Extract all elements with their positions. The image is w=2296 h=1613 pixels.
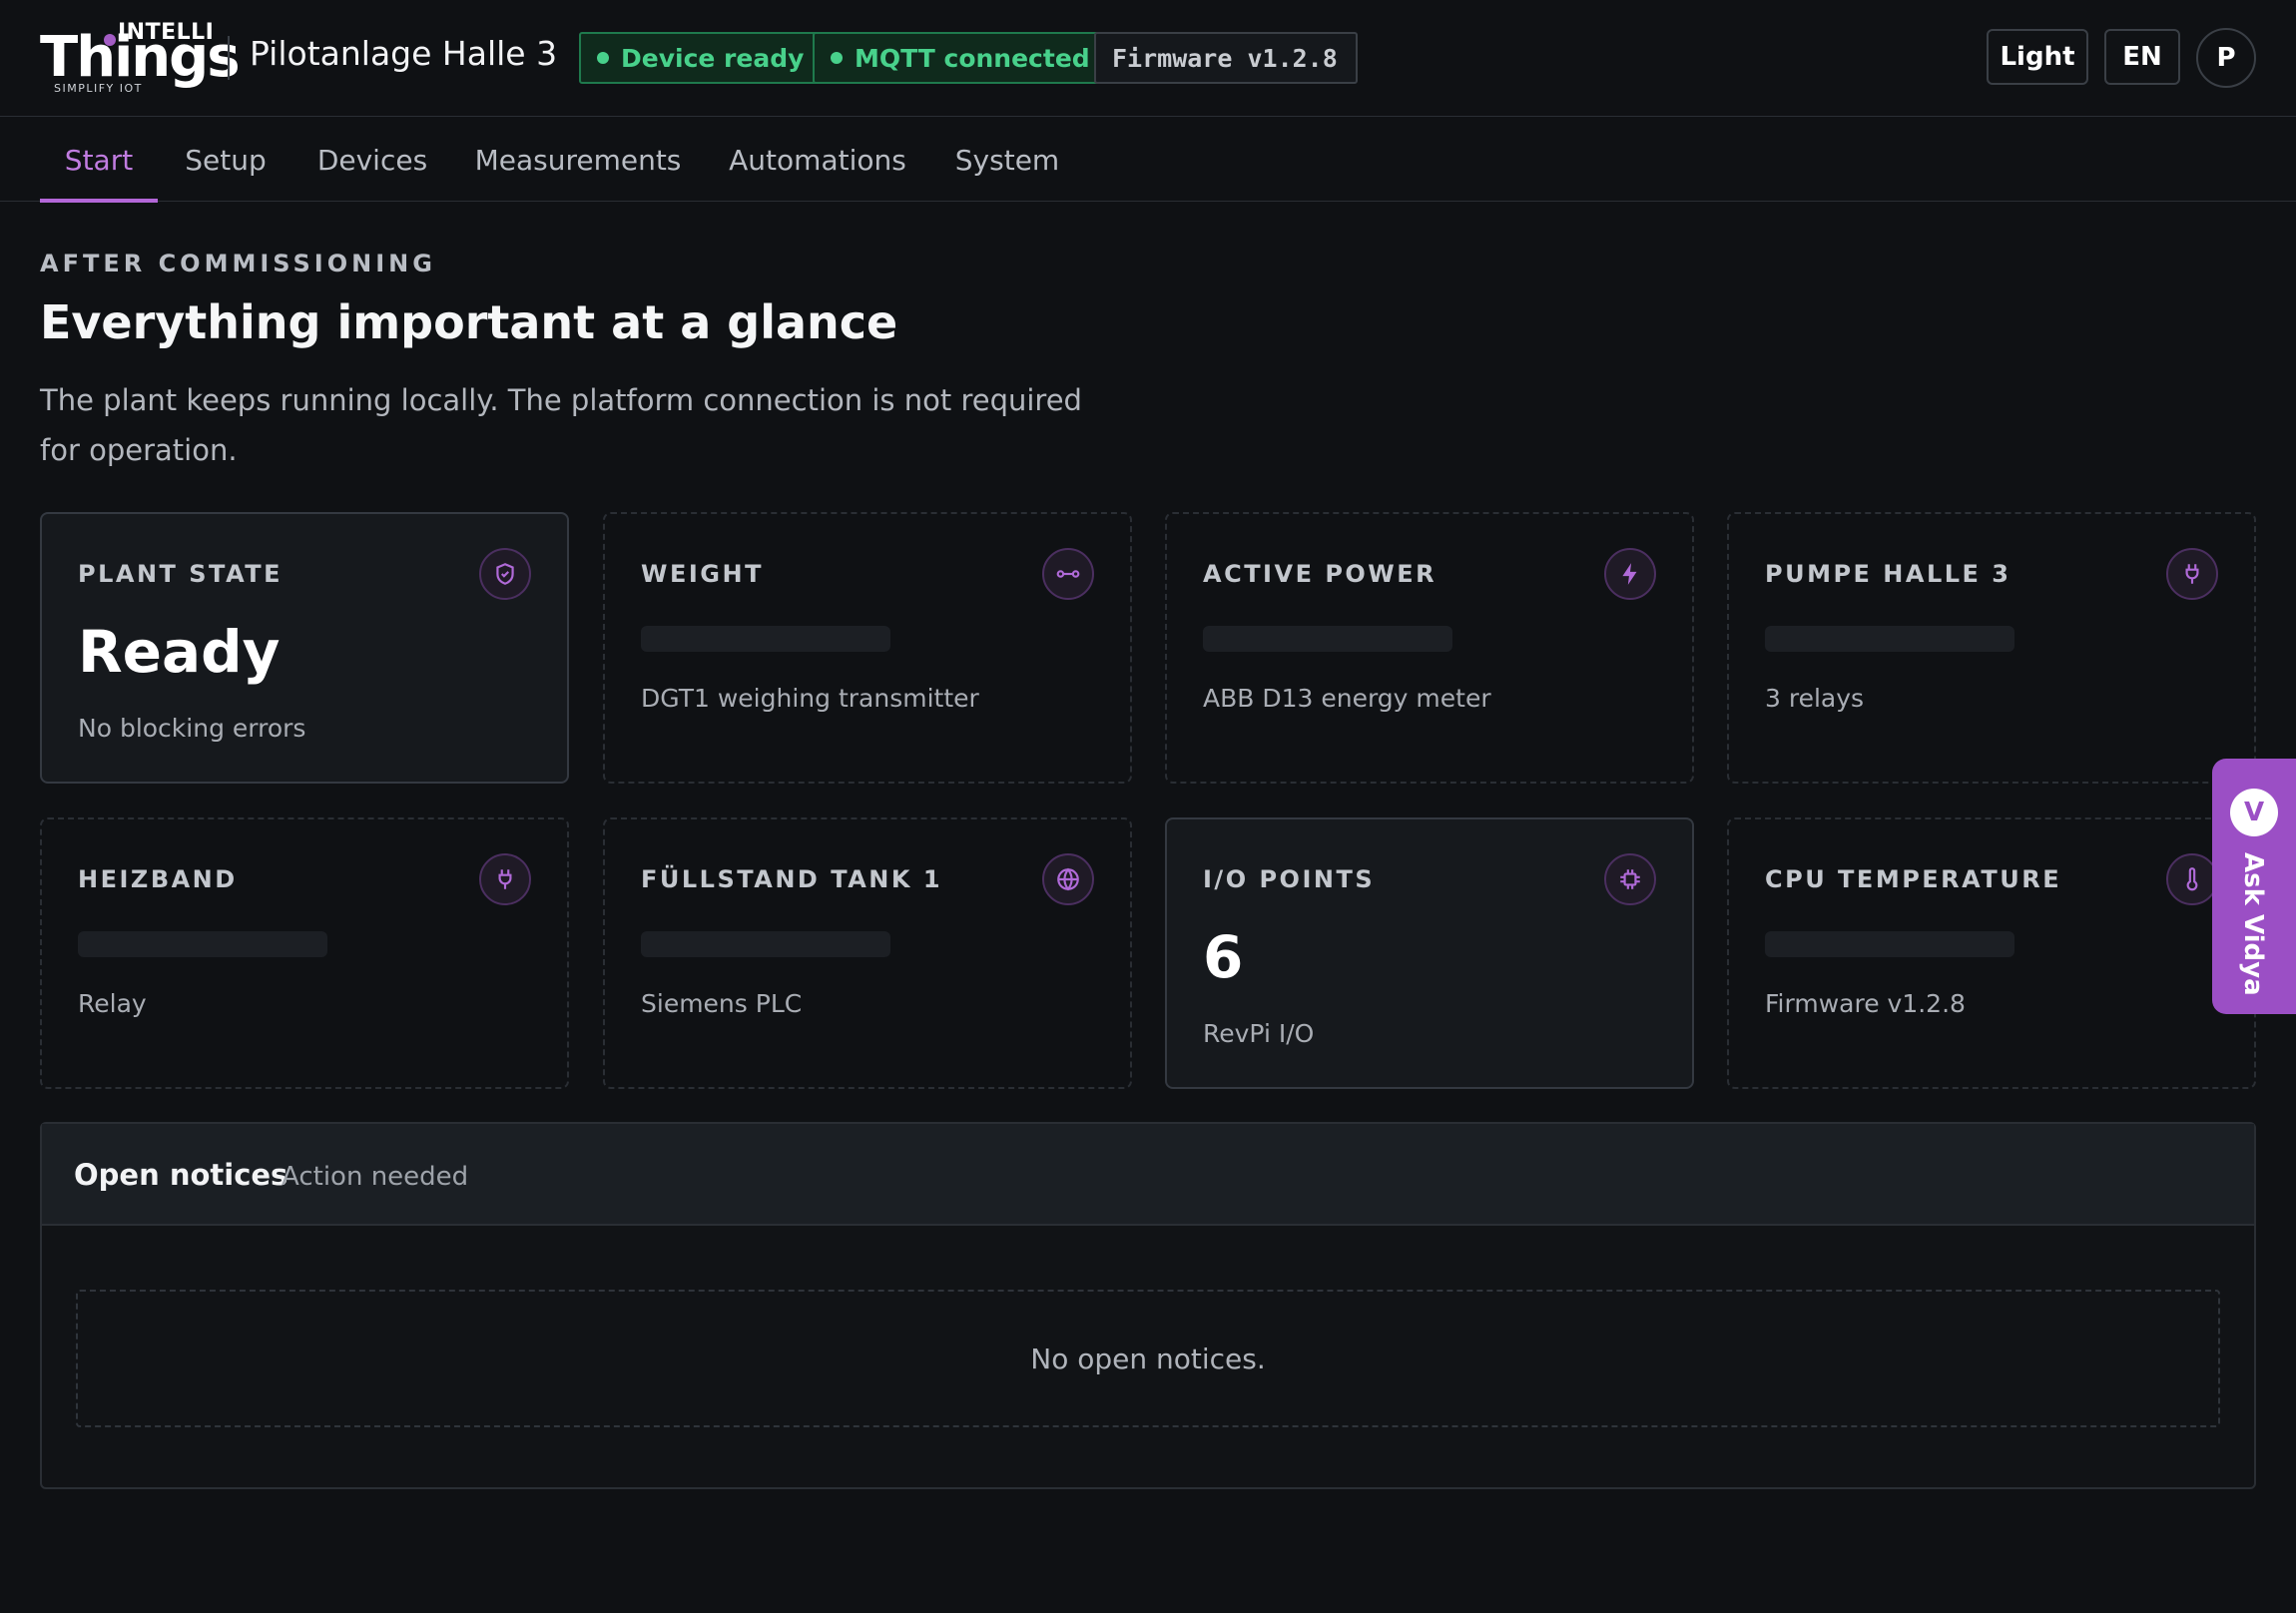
card-subtext: DGT1 weighing transmitter — [641, 684, 979, 713]
card-weight: WEIGHT DGT1 weighing transmitter — [603, 512, 1132, 784]
chip-icon — [1604, 853, 1656, 905]
header-divider — [228, 36, 230, 80]
card-value: Ready — [78, 618, 281, 686]
card-io-points: I/O POINTS 6 RevPi I/O — [1165, 817, 1694, 1089]
card-label: PLANT STATE — [78, 560, 284, 588]
top-bar: INTELLI Things SIMPLIFY IOT Pilotanlage … — [0, 0, 2296, 117]
notices-title: Open notices — [74, 1158, 288, 1192]
logo-main-text: Things — [40, 25, 241, 90]
plug-icon — [479, 853, 531, 905]
loading-placeholder — [1765, 931, 2014, 957]
section-eyebrow: AFTER COMMISSIONING — [40, 250, 436, 277]
loading-placeholder — [641, 626, 890, 652]
card-label: WEIGHT — [641, 560, 764, 588]
card-subtext: 3 relays — [1765, 684, 1865, 713]
loading-placeholder — [1203, 626, 1452, 652]
card-active-power: ACTIVE POWER ABB D13 energy meter — [1165, 512, 1694, 784]
tab-automations[interactable]: Automations — [721, 118, 914, 202]
vidya-avatar-icon: V — [2230, 789, 2278, 836]
card-label: CPU TEMPERATURE — [1765, 865, 2062, 893]
language-button[interactable]: EN — [2104, 29, 2180, 85]
user-avatar[interactable]: P — [2196, 28, 2256, 88]
card-label: FÜLLSTAND TANK 1 — [641, 865, 943, 893]
shield-icon — [479, 548, 531, 600]
page-subtitle: The plant keeps running locally. The pla… — [40, 383, 1082, 467]
tab-measurements[interactable]: Measurements — [465, 118, 691, 202]
status-dot-icon — [831, 52, 843, 64]
ask-vidya-label: Ask Vidya — [2238, 852, 2268, 996]
card-label: HEIZBAND — [78, 865, 238, 893]
open-notices-panel: Open notices Action needed No open notic… — [40, 1122, 2256, 1489]
loading-placeholder — [641, 931, 890, 957]
tab-system[interactable]: System — [944, 118, 1070, 202]
card-label: I/O POINTS — [1203, 865, 1376, 893]
card-value: 6 — [1203, 923, 1244, 991]
card-subtext: No blocking errors — [78, 714, 306, 743]
card-fuellstand-tank-1: FÜLLSTAND TANK 1 Siemens PLC — [603, 817, 1132, 1089]
card-subtext: Firmware v1.2.8 — [1765, 989, 1966, 1018]
loading-placeholder — [78, 931, 327, 957]
card-cpu-temperature: CPU TEMPERATURE Firmware v1.2.8 — [1727, 817, 2256, 1089]
card-subtext: ABB D13 energy meter — [1203, 684, 1491, 713]
plant-name: Pilotanlage Halle 3 — [250, 34, 558, 73]
logo-tagline: SIMPLIFY IOT — [54, 82, 143, 95]
loading-placeholder — [1765, 626, 2014, 652]
notices-header: Open notices Action needed — [42, 1124, 2254, 1226]
app-logo[interactable]: INTELLI Things SIMPLIFY IOT — [40, 20, 241, 96]
page-title: Everything important at a glance — [40, 295, 898, 349]
card-subtext: RevPi I/O — [1203, 1019, 1315, 1048]
thermometer-icon — [2166, 853, 2218, 905]
tab-setup[interactable]: Setup — [172, 118, 280, 202]
globe-icon — [1042, 853, 1094, 905]
card-subtext: Relay — [78, 989, 147, 1018]
tab-devices[interactable]: Devices — [307, 118, 437, 202]
scale-icon — [1042, 548, 1094, 600]
card-plant-state: PLANT STATE Ready No blocking errors — [40, 512, 569, 784]
ask-vidya-button[interactable]: V Ask Vidya — [2212, 759, 2296, 1014]
card-label: PUMPE HALLE 3 — [1765, 560, 2011, 588]
device-status-text: Device ready — [621, 43, 805, 73]
status-dot-icon — [597, 52, 609, 64]
card-label: ACTIVE POWER — [1203, 560, 1437, 588]
card-pumpe-halle-3: PUMPE HALLE 3 3 relays — [1727, 512, 2256, 784]
plug-icon — [2166, 548, 2218, 600]
tab-start[interactable]: Start — [40, 118, 158, 203]
notices-hint: Action needed — [282, 1162, 469, 1192]
firmware-text: Firmware v1.2.8 — [1112, 43, 1338, 73]
firmware-badge: Firmware v1.2.8 — [1094, 32, 1358, 84]
bolt-icon — [1604, 548, 1656, 600]
mqtt-status-text: MQTT connected — [855, 43, 1090, 73]
notices-empty-state: No open notices. — [76, 1290, 2220, 1427]
mqtt-status-badge: MQTT connected — [813, 32, 1110, 84]
theme-toggle-button[interactable]: Light — [1987, 29, 2088, 85]
card-heizband: HEIZBAND Relay — [40, 817, 569, 1089]
device-status-badge: Device ready — [579, 32, 825, 84]
card-subtext: Siemens PLC — [641, 989, 803, 1018]
main-tabs: Start Setup Devices Measurements Automat… — [0, 118, 2296, 203]
